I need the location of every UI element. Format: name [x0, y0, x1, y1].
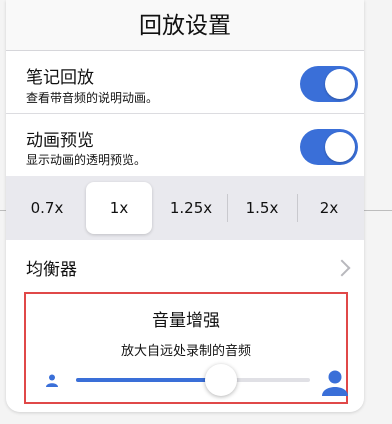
playback-settings-panel: 回放设置 笔记回放 查看带音频的说明动画。 动画预览 显示动画的透明预览。 0.… — [6, 0, 364, 412]
note-playback-row[interactable]: 笔记回放 查看带音频的说明动画。 — [6, 51, 364, 113]
volume-boost-description: 放大自远处录制的音频 — [120, 344, 251, 359]
volume-boost-fill — [76, 378, 222, 382]
person-small-icon — [46, 374, 58, 387]
volume-boost-title: 音量增强 — [152, 311, 220, 331]
animation-preview-row[interactable]: 动画预览 显示动画的透明预览。 — [6, 114, 364, 176]
speed-option-0.7x[interactable]: 0.7x — [16, 182, 78, 234]
volume-boost-slider-thumb[interactable] — [205, 364, 238, 396]
panel-title: 回放设置 — [6, 0, 364, 50]
toggle-on-icon — [325, 69, 355, 99]
note-playback-subtitle: 查看带音频的说明动画。 — [26, 91, 159, 105]
background-divider — [364, 210, 392, 211]
toggle-on-icon — [325, 132, 355, 162]
animation-preview-title: 动画预览 — [26, 131, 94, 151]
note-playback-title: 笔记回放 — [26, 68, 94, 88]
speed-option-1.25x[interactable]: 1.25x — [158, 182, 224, 234]
equalizer-row[interactable]: 均衡器 — [6, 240, 364, 290]
note-playback-toggle[interactable] — [300, 66, 358, 102]
animation-preview-subtitle: 显示动画的透明预览。 — [26, 153, 147, 167]
speed-option-2x[interactable]: 2x — [300, 182, 358, 234]
segment-divider — [227, 194, 228, 222]
playback-speed-selector: 0.7x 1x 1.25x 1.5x 2x — [6, 176, 364, 240]
speed-option-1x[interactable]: 1x — [86, 182, 152, 234]
speed-option-1.5x[interactable]: 1.5x — [230, 182, 294, 234]
animation-preview-toggle[interactable] — [300, 129, 358, 165]
volume-boost-section: 音量增强 放大自远处录制的音频 — [24, 292, 348, 404]
equalizer-label: 均衡器 — [26, 260, 77, 280]
segment-divider — [297, 194, 298, 222]
person-large-icon — [322, 370, 348, 396]
